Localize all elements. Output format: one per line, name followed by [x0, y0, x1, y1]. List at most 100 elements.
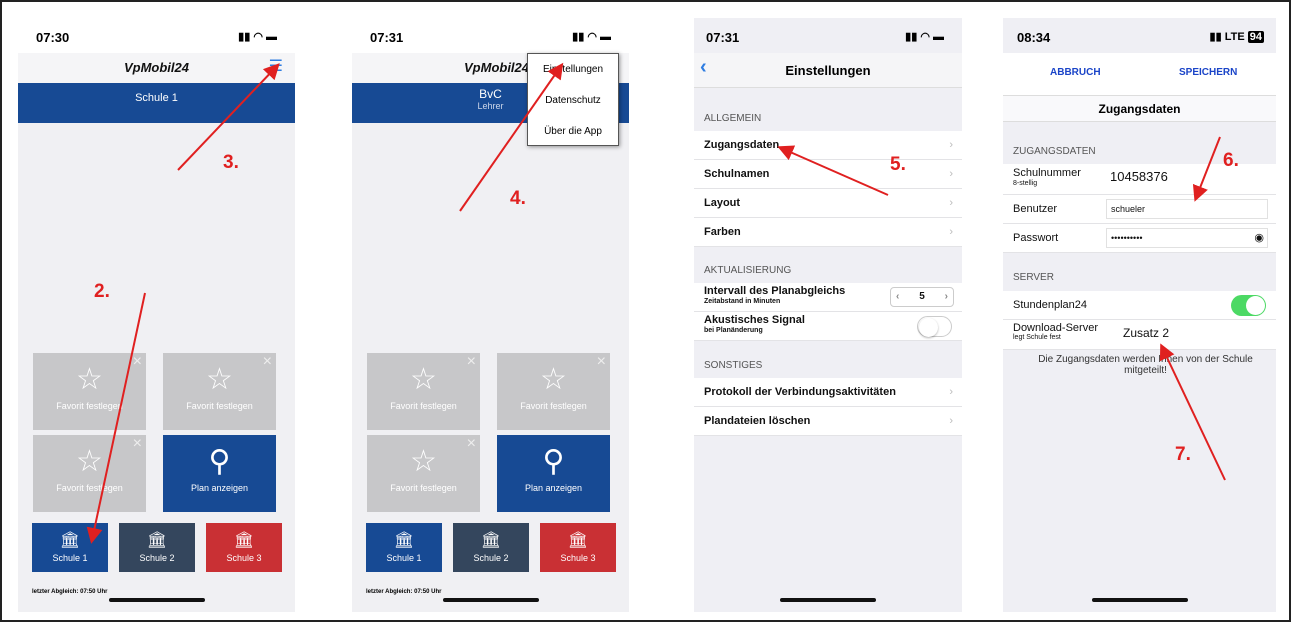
step-label: 7. [1175, 444, 1191, 465]
chevron-right-icon: › [949, 197, 953, 209]
school-building-icon: 🏛 [59, 532, 81, 549]
menu-item-privacy[interactable]: Datenschutz [528, 85, 618, 116]
signal-toggle[interactable] [917, 316, 952, 337]
app-title: VpMobil24 [18, 53, 295, 83]
chevron-right-icon: › [949, 226, 953, 238]
row-label: Stundenplan24 [1013, 299, 1088, 311]
step-label: 3. [223, 152, 239, 173]
favorite-label: Favorit festlegen [56, 401, 123, 411]
battery-level: 94 [1247, 31, 1264, 43]
school-label: Schule 3 [226, 553, 262, 563]
top-bar: ABBRUCH SPEICHERN [1003, 53, 1276, 95]
hamburger-menu-icon[interactable]: ☰ [269, 56, 283, 76]
school-building-icon: 🏛 [393, 532, 415, 549]
show-plan-tile[interactable]: ⚲ Plan anzeigen [163, 435, 276, 512]
eye-icon[interactable]: ◉ [1254, 224, 1264, 253]
user-field[interactable]: schueler [1106, 199, 1268, 219]
star-icon: ☆ [76, 445, 103, 478]
stundenplan24-toggle[interactable] [1231, 295, 1266, 316]
close-icon[interactable]: × [263, 353, 272, 371]
screen-home: 07:30 ▮▮ ◠ ▬ VpMobil24 ☰ Schule 1 × ☆ Favor… [18, 18, 295, 612]
signal-icon: ▮▮ ◠ ▬ [905, 31, 944, 43]
row-colors[interactable]: Farben › [694, 218, 962, 247]
favorite-tile[interactable]: × ☆ Favorit festlegen [33, 435, 146, 512]
section-header: ALLGEMEIN [704, 113, 762, 124]
signal-icon: ▮▮ ◠ ▬ [238, 31, 277, 43]
show-plan-label: Plan anzeigen [190, 483, 249, 493]
row-layout[interactable]: Layout › [694, 189, 962, 218]
favorite-tile[interactable]: × ☆ Favorit festlegen [163, 353, 276, 430]
screen-settings: 07:31 ▮▮ ◠ ▬ Einstellungen ‹ ALLGEMEIN Zu… [694, 18, 962, 612]
save-button[interactable]: SPEICHERN [1179, 67, 1237, 78]
screen-menu: 07:31 ▮▮ ◠ ▬ VpMobil24 BvC Lehrer Einstell… [352, 18, 629, 612]
section-header: AKTUALISIERUNG [704, 265, 792, 276]
cancel-button[interactable]: ABBRUCH [1050, 67, 1101, 78]
star-icon: ☆ [76, 363, 103, 396]
section-header: SONSTIGES [704, 360, 763, 371]
network-label: LTE [1224, 31, 1245, 43]
favorite-tile[interactable]: × ☆ Favorit festlegen [367, 435, 480, 512]
star-icon: ☆ [410, 445, 437, 478]
row-interval: Intervall des Planabgleichs Zeitabstand i… [694, 283, 962, 312]
info-note: Die Zugangsdaten werden Ihnen von der Sc… [1038, 354, 1253, 376]
school-number-field[interactable]: 10458376 [1106, 167, 1268, 189]
school-building-icon: 🏛 [567, 532, 589, 549]
chevron-right-icon: › [949, 168, 953, 180]
school-2-button[interactable]: 🏛 Schule 2 [119, 523, 195, 572]
status-time: 07:31 [706, 30, 740, 45]
row-label: Protokoll der Verbindungsaktivitäten [704, 386, 896, 398]
signal-icon: ▮▮ LTE 94 [1209, 31, 1264, 43]
page-title: Zugangsdaten [1003, 95, 1276, 122]
show-plan-tile[interactable]: ⚲ Plan anzeigen [497, 435, 610, 512]
favorite-tile[interactable]: × ☆ Favorit festlegen [367, 353, 480, 430]
interval-stepper[interactable]: ‹ 5 › [890, 287, 954, 307]
row-log[interactable]: Protokoll der Verbindungsaktivitäten › [694, 378, 962, 407]
close-icon[interactable]: × [467, 353, 476, 371]
school-building-icon: 🏛 [146, 532, 168, 549]
decrement-icon[interactable]: ‹ [891, 288, 899, 306]
signal-icon: ▮▮ ◠ ▬ [572, 31, 611, 43]
close-icon[interactable]: × [133, 435, 142, 453]
school-3-button[interactable]: 🏛 Schule 3 [540, 523, 616, 572]
row-download-server: Download-Server legt Schule fest Zusatz 2 [1003, 320, 1276, 350]
row-school-names[interactable]: Schulnamen › [694, 160, 962, 189]
show-plan-label: Plan anzeigen [524, 483, 583, 493]
school-1-button[interactable]: 🏛 Schule 1 [32, 523, 108, 572]
row-delete-plans[interactable]: Plandateien löschen › [694, 407, 962, 436]
nav-title: Einstellungen [694, 53, 962, 88]
row-label: Akustisches Signal [704, 314, 805, 326]
section-header: SERVER [1013, 272, 1054, 283]
school-label: Schule 1 [386, 553, 422, 563]
screen-access-data: 08:34 ▮▮ LTE 94 ABBRUCH SPEICHERN Zugangs… [1003, 18, 1276, 612]
close-icon[interactable]: × [597, 353, 606, 371]
download-server-field[interactable]: Zusatz 2 [1119, 324, 1269, 344]
favorite-label: Favorit festlegen [520, 401, 587, 411]
menu-item-about[interactable]: Über die App [528, 116, 618, 147]
last-sync: letzter Abgleich: 07:50 Uhr [366, 589, 442, 595]
star-icon: ☆ [410, 363, 437, 396]
increment-icon[interactable]: › [945, 288, 953, 306]
school-header: Schule 1 [18, 83, 295, 123]
chevron-right-icon: › [949, 415, 953, 427]
row-label: Farben [704, 226, 741, 238]
home-indicator [780, 598, 876, 602]
close-icon[interactable]: × [467, 435, 476, 453]
menu-item-settings[interactable]: Einstellungen [528, 54, 618, 85]
password-field[interactable]: •••••••••• [1106, 228, 1268, 248]
favorite-tile[interactable]: × ☆ Favorit festlegen [497, 353, 610, 430]
school-3-button[interactable]: 🏛 Schule 3 [206, 523, 282, 572]
row-label: Plandateien löschen [704, 415, 811, 427]
school-1-button[interactable]: 🏛 Schule 1 [366, 523, 442, 572]
favorite-tile[interactable]: × ☆ Favorit festlegen [33, 353, 146, 430]
status-time: 07:31 [370, 30, 404, 45]
favorite-label: Favorit festlegen [390, 483, 457, 493]
search-icon: ⚲ [542, 445, 565, 478]
step-label: 2. [94, 281, 110, 302]
back-chevron-icon[interactable]: ‹ [700, 56, 707, 79]
row-label: Layout [704, 197, 741, 209]
close-icon[interactable]: × [133, 353, 142, 371]
row-access-data[interactable]: Zugangsdaten › [694, 131, 962, 160]
school-2-button[interactable]: 🏛 Schule 2 [453, 523, 529, 572]
row-password: Passwort •••••••••• ◉ [1003, 224, 1276, 253]
home-indicator [108, 598, 205, 602]
